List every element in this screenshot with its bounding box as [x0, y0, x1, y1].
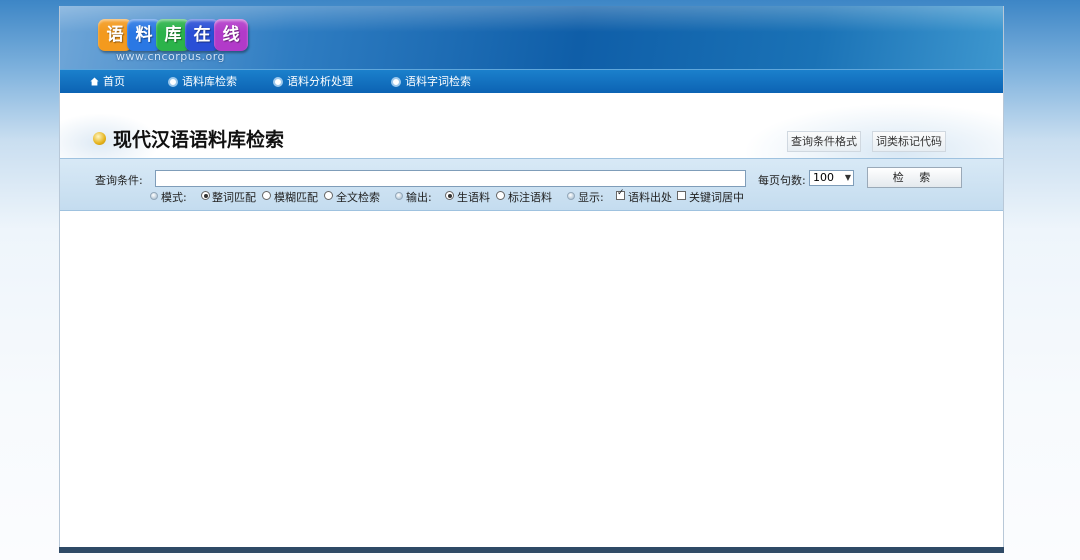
output-option-label: 标注语料: [508, 191, 552, 204]
mode-radio-whole-word[interactable]: [201, 191, 210, 200]
mode-label: 模式:: [161, 191, 187, 204]
display-option-label: 语料出处: [628, 191, 672, 204]
output-radio-raw[interactable]: [445, 191, 454, 200]
chevron-down-icon: ▼: [844, 173, 851, 182]
query-input[interactable]: [155, 170, 746, 187]
display-check-center-keyword[interactable]: [677, 191, 686, 200]
logo-tile: 线: [214, 19, 248, 51]
footer-bar: [59, 547, 1004, 553]
mode-option-label: 模糊匹配: [274, 191, 318, 204]
header-banner: 语 料 库 在 线 www.cncorpus.org: [60, 6, 1003, 69]
nav-label: 语料库检索: [182, 75, 237, 88]
mode-option-label: 全文检索: [336, 191, 380, 204]
nav-label: 语料字词检索: [405, 75, 471, 88]
mode-radio-fulltext[interactable]: [324, 191, 333, 200]
nav-char-word-search[interactable]: 语料字词检索: [391, 70, 471, 93]
mode-radio-fuzzy[interactable]: [262, 191, 271, 200]
query-label: 查询条件:: [95, 174, 143, 187]
pos-tag-codes-button[interactable]: 词类标记代码: [872, 131, 946, 152]
output-option-label: 生语料: [457, 191, 490, 204]
section-bullet-icon: [567, 192, 575, 200]
options-row: 模式: 整词匹配 模糊匹配 全文检索 输出: 生语料 标注语料 显示: 语料出处…: [60, 188, 1003, 205]
nav-corpus-analysis[interactable]: 语料分析处理: [273, 70, 353, 93]
page-title: 现代汉语语料库检索: [113, 129, 285, 151]
bullet-icon: [391, 76, 401, 87]
home-icon: [90, 77, 99, 86]
display-check-source[interactable]: [616, 188, 625, 200]
display-option-label: 关键词居中: [689, 191, 744, 204]
per-page-select[interactable]: 100 ▼: [809, 170, 854, 186]
per-page-label: 每页句数:: [758, 174, 806, 187]
output-radio-annotated[interactable]: [496, 191, 505, 200]
results-area: [60, 211, 1003, 546]
search-button[interactable]: 检 索: [867, 167, 962, 188]
per-page-value: 100: [813, 171, 834, 184]
nav-label: 语料分析处理: [287, 75, 353, 88]
title-bullet-icon: [93, 132, 106, 145]
bullet-icon: [168, 76, 178, 87]
search-bar: 查询条件: 每页句数: 100 ▼ 检 索 模式: 整词匹配 模糊匹配 全文检索…: [60, 158, 1003, 211]
section-bullet-icon: [395, 192, 403, 200]
logo-url: www.cncorpus.org: [116, 50, 226, 63]
site-logo[interactable]: 语 料 库 在 线 www.cncorpus.org: [98, 19, 248, 65]
page-container: 语 料 库 在 线 www.cncorpus.org 首页 语料库检索 语料分析…: [59, 6, 1004, 550]
title-area: 现代汉语语料库检索 查询条件格式 词类标记代码: [60, 93, 1003, 158]
nav-home-label: 首页: [103, 75, 125, 88]
section-bullet-icon: [150, 192, 158, 200]
nav-corpus-search[interactable]: 语料库检索: [168, 70, 237, 93]
display-label: 显示:: [578, 191, 604, 204]
bullet-icon: [273, 76, 283, 87]
main-nav: 首页 语料库检索 语料分析处理 语料字词检索: [60, 69, 1003, 94]
mode-option-label: 整词匹配: [212, 191, 256, 204]
output-label: 输出:: [406, 191, 432, 204]
query-format-button[interactable]: 查询条件格式: [787, 131, 861, 152]
nav-home[interactable]: 首页: [90, 70, 125, 93]
